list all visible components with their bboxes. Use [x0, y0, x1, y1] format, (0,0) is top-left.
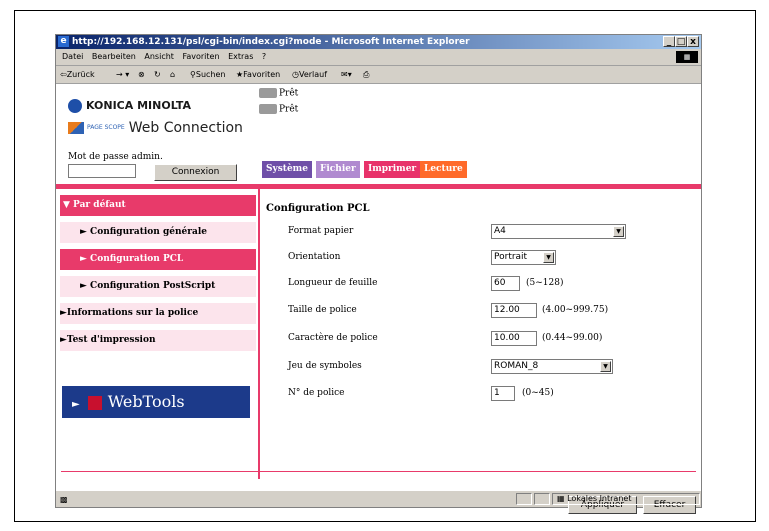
history-button[interactable]: ◷Verlauf — [292, 66, 327, 83]
status-text-2: Prêt — [279, 104, 299, 115]
menu-bar: Datei Bearbeiten Ansicht Favoriten Extra… — [56, 49, 701, 66]
label-taille-police: Taille de police — [288, 305, 357, 315]
label-orientation: Orientation — [288, 252, 341, 262]
browser-window: e http://192.168.12.131/psl/cgi-bin/inde… — [55, 34, 702, 514]
sidebar-item-par-defaut[interactable]: ▼ Par défaut — [60, 195, 256, 216]
fiery-icon — [87, 395, 102, 410]
webtools-banner[interactable]: ► WebTools — [62, 386, 250, 418]
tab-fichier[interactable]: Fichier — [316, 161, 360, 178]
status-scanner: Prêt — [259, 88, 298, 99]
company-name: KONICA MINOLTA — [86, 99, 192, 112]
refresh-icon[interactable]: ↻ — [154, 66, 161, 83]
sidebar-item-test-impression[interactable]: ►Test d'impression — [60, 330, 256, 351]
chevron-down-icon: ▼ — [543, 252, 554, 263]
search-button[interactable]: ⚲Suchen — [190, 66, 225, 83]
label-format-papier: Format papier — [288, 226, 354, 236]
intranet-icon: ▦ — [557, 494, 568, 503]
pagescope-small-label: PAGE SCOPE — [87, 124, 125, 131]
menu-help[interactable]: ? — [262, 52, 266, 61]
menu-extras[interactable]: Extras — [228, 52, 253, 61]
input-longueur-feuille[interactable]: 60 — [491, 276, 520, 291]
search-label: Suchen — [195, 70, 226, 79]
km-globe-icon — [68, 99, 82, 113]
mail-icon[interactable]: ✉▾ — [341, 66, 352, 83]
tab-imprimer[interactable]: Imprimer — [364, 161, 421, 178]
footer-divider — [61, 471, 696, 472]
password-label: Mot de passe admin. — [68, 152, 163, 162]
history-label: Verlauf — [298, 70, 328, 79]
printer-icon — [259, 104, 277, 114]
header-divider — [56, 184, 701, 189]
title-bar[interactable]: e http://192.168.12.131/psl/cgi-bin/inde… — [56, 35, 701, 49]
select-format-papier[interactable]: A4 ▼ — [491, 224, 626, 239]
product-name: Web Connection — [128, 120, 243, 136]
scanner-icon — [259, 88, 277, 98]
input-numero-police[interactable]: 1 — [491, 386, 515, 401]
chevron-down-icon: ▼ — [600, 361, 611, 372]
status-text-1: Prêt — [279, 88, 299, 99]
maximize-button[interactable]: □ — [675, 36, 687, 47]
input-taille-police[interactable]: 12.00 — [491, 303, 537, 318]
windows-logo-icon: ▦ — [676, 51, 698, 63]
print-icon[interactable]: ⎙ — [363, 66, 369, 83]
toolbar: ⇦Zurück → ▾ ⊗ ↻ ⌂ ⚲Suchen ★Favoriten ◷Ve… — [56, 66, 701, 84]
sidebar-item-configuration-pcl[interactable]: ► Configuration PCL — [60, 249, 256, 270]
forward-button[interactable]: → ▾ — [116, 66, 129, 83]
label-jeu-symboles: Jeu de symboles — [288, 361, 362, 371]
back-button[interactable]: ⇦Zurück — [60, 66, 95, 83]
window-title: http://192.168.12.131/psl/cgi-bin/index.… — [72, 37, 470, 47]
input-caractere-police[interactable]: 10.00 — [491, 331, 537, 346]
webtools-arrow-icon: ► — [72, 399, 80, 410]
form-title: Configuration PCL — [266, 203, 370, 214]
menu-datei[interactable]: Datei — [62, 52, 83, 61]
range-caractere-police: (0.44~99.00) — [542, 333, 603, 343]
chevron-down-icon: ▼ — [613, 226, 624, 237]
sidebar-item-configuration-generale[interactable]: ► Configuration générale — [60, 222, 256, 243]
range-numero-police: (0~45) — [522, 388, 554, 398]
menu-bearbeiten[interactable]: Bearbeiten — [92, 52, 136, 61]
pagescope-icon — [68, 122, 84, 134]
login-button[interactable]: Connexion — [154, 164, 237, 181]
status-panel-1 — [516, 493, 532, 505]
home-icon[interactable]: ⌂ — [170, 66, 175, 83]
menu-ansicht[interactable]: Ansicht — [144, 52, 174, 61]
sidebar-divider — [258, 189, 260, 479]
page-icon: ▩ — [60, 495, 68, 504]
value-orientation: Portrait — [494, 252, 528, 262]
select-orientation[interactable]: Portrait ▼ — [491, 250, 556, 265]
pagescope-logo: PAGE SCOPE Web Connection — [68, 120, 243, 136]
status-panel-2 — [534, 493, 550, 505]
tab-systeme[interactable]: Système — [262, 161, 312, 178]
menu-favoriten[interactable]: Favoriten — [182, 52, 219, 61]
status-bar: ▩ ▦ Lokales Intranet — [56, 492, 701, 507]
zone-label: Lokales Intranet — [567, 494, 632, 503]
konica-minolta-logo: KONICA MINOLTA — [68, 99, 191, 113]
tab-lecture[interactable]: Lecture — [420, 161, 467, 178]
label-numero-police: N° de police — [288, 388, 345, 398]
favorites-label: Favoriten — [243, 70, 281, 79]
favorites-button[interactable]: ★Favoriten — [236, 66, 280, 83]
status-printer: Prêt — [259, 104, 298, 115]
status-zone: ▦ Lokales Intranet — [552, 493, 700, 505]
webtools-label: WebTools — [107, 392, 185, 411]
value-jeu-symboles: ROMAN_8 — [494, 361, 539, 371]
range-taille-police: (4.00~999.75) — [542, 305, 609, 315]
page-content: KONICA MINOLTA PAGE SCOPE Web Connection … — [56, 84, 701, 514]
minimize-button[interactable]: _ — [663, 36, 675, 47]
stop-icon[interactable]: ⊗ — [138, 66, 145, 83]
ie-icon: e — [58, 36, 69, 47]
select-jeu-symboles[interactable]: ROMAN_8 ▼ — [491, 359, 613, 374]
label-longueur-feuille: Longueur de feuille — [288, 278, 378, 288]
close-button[interactable]: x — [687, 36, 699, 47]
range-longueur-feuille: (5~128) — [526, 278, 564, 288]
sidebar-item-configuration-postscript[interactable]: ► Configuration PostScript — [60, 276, 256, 297]
value-format-papier: A4 — [494, 226, 506, 236]
password-input[interactable] — [68, 164, 136, 178]
sidebar-item-informations-police[interactable]: ►Informations sur la police — [60, 303, 256, 324]
label-caractere-police: Caractère de police — [288, 333, 378, 343]
